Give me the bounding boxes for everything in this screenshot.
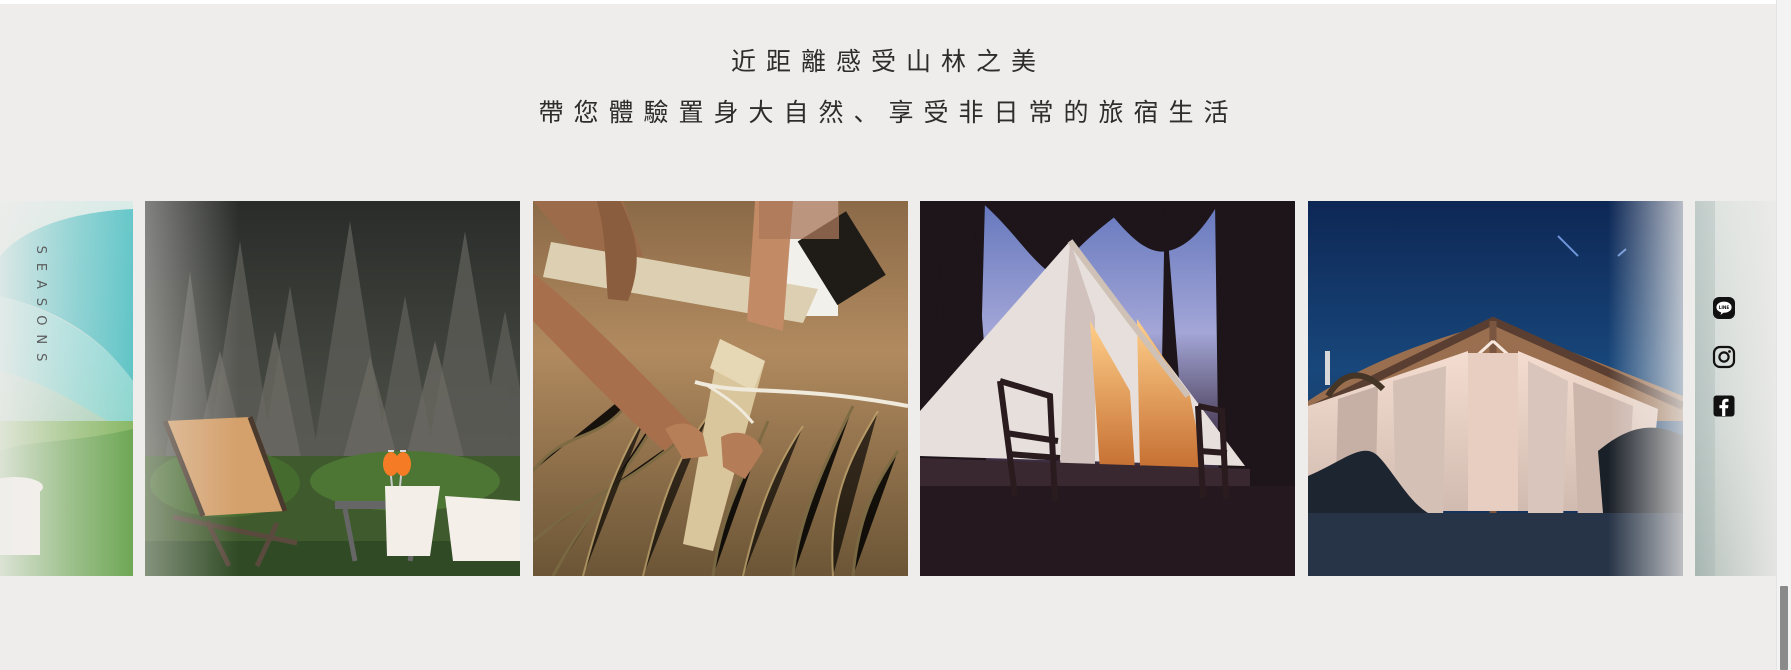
gallery-photo-teal-tent[interactable] xyxy=(0,201,133,576)
tent-stake-image xyxy=(533,201,908,576)
gallery-photo-bell-tent[interactable] xyxy=(920,201,1295,576)
gallery-photo-safari-tent[interactable] xyxy=(1308,201,1683,576)
facebook-icon xyxy=(1713,395,1735,417)
facebook-link[interactable] xyxy=(1712,394,1736,418)
headline-line-1: 近距離感受山林之美 xyxy=(730,47,1046,76)
headline-line-2: 帶您體驗置身大自然、享受非日常的旅宿生活 xyxy=(538,98,1239,127)
gallery-photo-forest-chairs[interactable] xyxy=(145,201,520,576)
forest-chairs-image xyxy=(145,201,520,576)
line-icon-text: LINE xyxy=(1719,305,1730,310)
line-icon: LINE xyxy=(1713,297,1735,319)
instagram-icon xyxy=(1712,345,1736,369)
safari-tent-image xyxy=(1308,201,1683,576)
social-links: LINE xyxy=(1707,296,1741,443)
line-link[interactable]: LINE xyxy=(1712,296,1736,320)
page: 近距離感受山林之美 帶您體驗置身大自然、享受非日常的旅宿生活 SEASONS L… xyxy=(0,0,1791,670)
scrollbar-thumb[interactable] xyxy=(1780,586,1788,670)
gallery-photo-tent-stake[interactable] xyxy=(533,201,908,576)
instagram-link[interactable] xyxy=(1712,345,1736,369)
bell-tent-image xyxy=(920,201,1295,576)
page-scrollbar[interactable] xyxy=(1776,0,1791,670)
top-divider xyxy=(0,0,1777,4)
teal-tent-image xyxy=(0,201,133,576)
